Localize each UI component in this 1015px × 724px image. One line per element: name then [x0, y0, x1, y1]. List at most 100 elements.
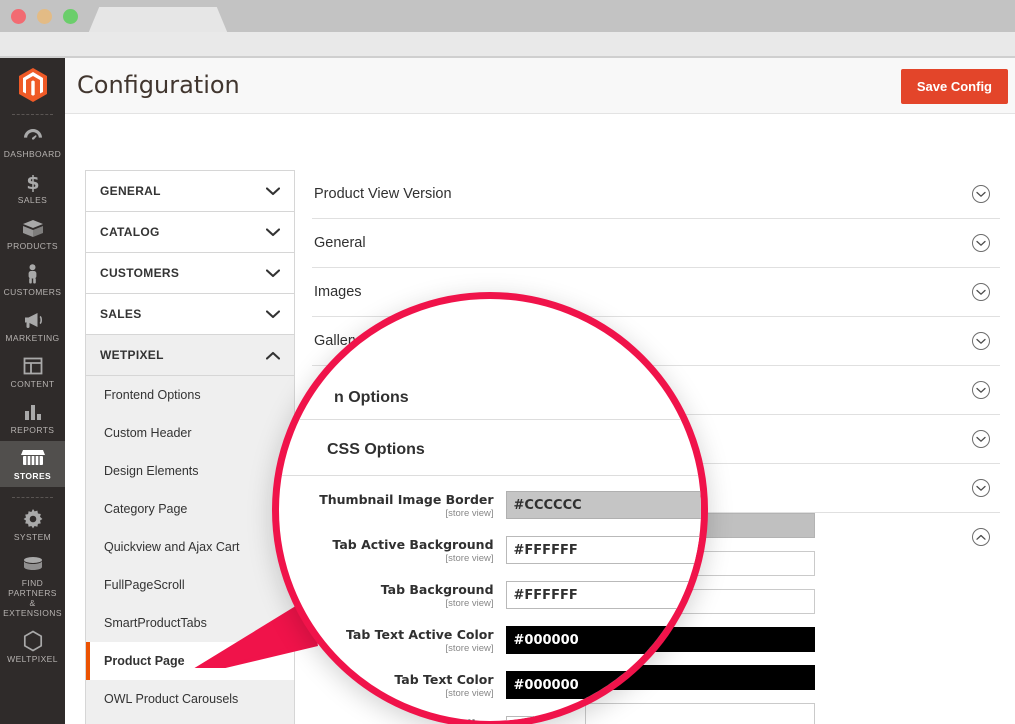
chevron-up-icon: [266, 351, 280, 360]
magnified-field-label-wrap: Tab Active Background[store view]: [279, 536, 506, 564]
config-nav-item-frontend-options[interactable]: Frontend Options: [86, 376, 294, 414]
magnified-field-label-wrap: Thumbnail Image Border[store view]: [279, 491, 506, 519]
config-nav-group-customers[interactable]: CUSTOMERS: [85, 252, 295, 293]
bar-chart-icon: [2, 402, 63, 422]
config-nav-item-custom-header[interactable]: Custom Header: [86, 414, 294, 452]
magnifier-content: n Options CSS Options Thumbnail Image Bo…: [279, 299, 708, 724]
config-nav-item-owl-product-carousels[interactable]: OWL Product Carousels: [86, 680, 294, 718]
magnified-field-label: Tab Active Background: [279, 538, 494, 552]
sidebar-item-customers[interactable]: CUSTOMERS: [0, 257, 65, 303]
page-title: Configuration: [77, 71, 240, 99]
sidebar-item-dashboard[interactable]: DASHBOARD: [0, 119, 65, 165]
rail-divider: [12, 497, 53, 498]
config-nav-group-catalog[interactable]: CATALOG: [85, 211, 295, 252]
megaphone-icon: [2, 310, 63, 330]
magnified-field-input[interactable]: #000000: [506, 626, 708, 654]
magnified-field-label: Tab Text Active Color: [279, 628, 494, 642]
chevron-down-circle-icon[interactable]: [972, 332, 990, 350]
magento-admin-app: DASHBOARD$SALESPRODUCTSCUSTOMERSMARKETIN…: [0, 58, 1015, 724]
magnified-form-row: Tab Active Background[store view]#FFFFFF: [279, 536, 708, 564]
sidebar-item-label: DASHBOARD: [2, 149, 63, 159]
magnified-field-input[interactable]: #000000: [506, 671, 708, 699]
sidebar-item-sales[interactable]: $SALES: [0, 165, 65, 211]
magnified-form-row: Tab Text Color[store view]#000000: [279, 671, 708, 699]
svg-text:$: $: [26, 172, 39, 192]
magnified-field-label-wrap: Tab Container Padding[store view]: [279, 716, 506, 724]
config-nav-item-product-page[interactable]: Product Page: [86, 642, 294, 680]
chevron-down-circle-icon[interactable]: [972, 185, 990, 203]
config-nav-group-wetpixel[interactable]: WETPIXEL: [85, 334, 295, 376]
section-title: Product View Version: [314, 186, 452, 202]
config-nav: GENERAL CATALOG CUSTOMERS SALES WETPIXEL Fro…: [85, 170, 295, 724]
magento-logo-icon: [18, 68, 48, 102]
gear-icon: [2, 509, 63, 529]
minimize-window-button[interactable]: [37, 9, 52, 24]
config-nav-item-category-page[interactable]: Category Page: [86, 490, 294, 528]
chevron-down-circle-icon[interactable]: [972, 430, 990, 448]
magnified-field-scope: [store view]: [279, 508, 494, 519]
sidebar-item-products[interactable]: PRODUCTS: [0, 211, 65, 257]
close-window-button[interactable]: [11, 9, 26, 24]
chevron-up-circle-icon[interactable]: [972, 528, 990, 546]
box-icon: [2, 218, 63, 238]
magnified-field-input[interactable]: #CCCCCC: [506, 491, 708, 519]
dashboard-icon: [2, 126, 63, 146]
chevron-down-icon: [266, 228, 280, 237]
sidebar-item-label: SYSTEM: [2, 532, 63, 542]
sidebar-item-stores[interactable]: STORES: [0, 441, 65, 487]
chevron-down-circle-icon[interactable]: [972, 479, 990, 497]
magnified-field-label: Tab Container Padding: [279, 718, 494, 724]
sidebar-item-label: WELTPIXEL: [2, 654, 63, 664]
sidebar-item-label: CUSTOMERS: [2, 287, 63, 297]
sidebar-item-label: MARKETING: [2, 333, 63, 343]
screenshot-root: DASHBOARD$SALESPRODUCTSCUSTOMERSMARKETIN…: [0, 0, 1015, 724]
sidebar-item-marketing[interactable]: MARKETING: [0, 303, 65, 349]
sidebar-item-label: CONTENT: [2, 379, 63, 389]
sidebar-item-label: PRODUCTS: [2, 241, 63, 251]
config-nav-group-general[interactable]: GENERAL: [85, 170, 295, 211]
config-nav-group-label: SALES: [100, 307, 142, 321]
config-nav-subitems: Frontend OptionsCustom HeaderDesign Elem…: [85, 376, 295, 724]
config-nav-group-sales[interactable]: SALES: [85, 293, 295, 334]
sidebar-item-weltpixel[interactable]: WELTPIXEL: [0, 624, 65, 670]
zoom-window-button[interactable]: [63, 9, 78, 24]
hexagon-icon: [2, 631, 63, 651]
section-title: Images: [314, 284, 362, 300]
magnified-field-input[interactable]: #FFFFFF: [506, 581, 708, 609]
config-nav-item-design-elements[interactable]: Design Elements: [86, 452, 294, 490]
config-nav-group-label: GENERAL: [100, 184, 161, 198]
magnified-field-label-wrap: Tab Background[store view]: [279, 581, 506, 609]
magnifier-lens[interactable]: n Options CSS Options Thumbnail Image Bo…: [272, 292, 708, 724]
admin-sidebar: DASHBOARD $SALES PRODUCTS CUSTOMERS MARKETIN…: [0, 58, 65, 724]
magento-logo[interactable]: [0, 58, 65, 104]
chevron-down-circle-icon[interactable]: [972, 283, 990, 301]
magnified-field-scope: [store view]: [279, 598, 494, 609]
magnified-divider: [279, 419, 708, 420]
chevron-down-circle-icon[interactable]: [972, 381, 990, 399]
config-nav-group-label: CUSTOMERS: [100, 266, 179, 280]
sidebar-item-content[interactable]: CONTENT: [0, 349, 65, 395]
config-nav-item-google-cards-rich-snippets[interactable]: Google Cards & Rich Snippets: [86, 718, 294, 724]
config-nav-item-smartproducttabs[interactable]: SmartProductTabs: [86, 604, 294, 642]
magnified-field-label: Tab Text Color: [279, 673, 494, 687]
section-row-general[interactable]: General: [312, 219, 1000, 268]
sidebar-item-label: FIND PARTNERS& EXTENSIONS: [2, 578, 63, 618]
page-header: Configuration Save Config: [65, 58, 1015, 114]
magnified-field-input[interactable]: #FFFFFF: [506, 536, 708, 564]
config-nav-item-quickview-and-ajax-cart[interactable]: Quickview and Ajax Cart: [86, 528, 294, 566]
chevron-down-circle-icon[interactable]: [972, 234, 990, 252]
magnified-section-heading-1: n Options: [334, 389, 409, 407]
sidebar-item-reports[interactable]: REPORTS: [0, 395, 65, 441]
dollar-icon: $: [2, 172, 63, 192]
sidebar-item-find-partners-extensions[interactable]: FIND PARTNERS& EXTENSIONS: [0, 548, 65, 624]
browser-tab[interactable]: [88, 7, 228, 34]
sidebar-item-system[interactable]: SYSTEM: [0, 502, 65, 548]
chevron-down-icon: [266, 187, 280, 196]
config-nav-item-fullpagescroll[interactable]: FullPageScroll: [86, 566, 294, 604]
magnified-form-row: Tab Background[store view]#FFFFFF: [279, 581, 708, 609]
save-config-button[interactable]: Save Config: [901, 69, 1008, 104]
person-icon: [2, 264, 63, 284]
magnified-field-label: Tab Background: [279, 583, 494, 597]
section-row-product-view-version[interactable]: Product View Version: [312, 170, 1000, 219]
sidebar-item-label: REPORTS: [2, 425, 63, 435]
